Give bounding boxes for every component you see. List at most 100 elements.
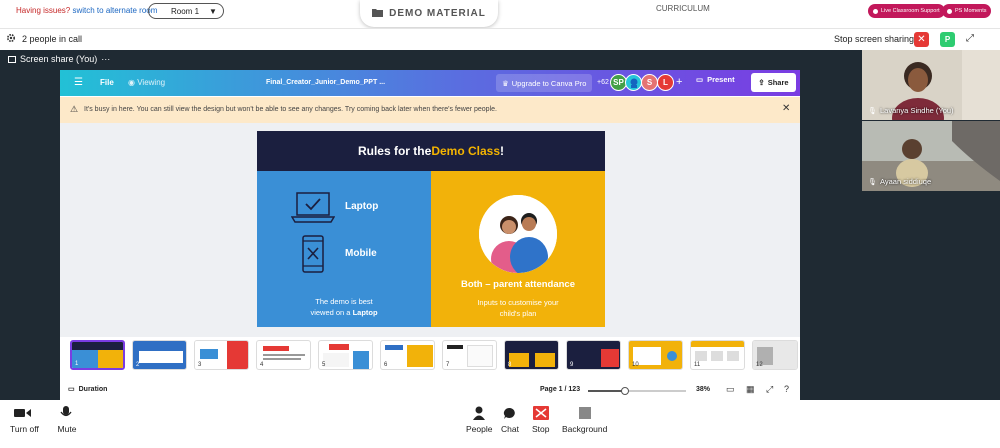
moments-icon [947,8,952,14]
demo-material-tab[interactable]: DEMO MATERIAL [360,0,498,27]
background-icon [578,406,592,420]
timer-icon: ▭ [68,386,75,393]
screen-icon [8,55,16,63]
viewing-mode[interactable]: ◉ Viewing [128,78,165,87]
eye-icon: ◉ [128,78,135,87]
camera-icon [14,406,34,420]
laptop-label: Laptop [345,201,379,212]
collaborator-avatar[interactable]: S [641,74,658,91]
add-collaborator-button[interactable]: + [676,76,682,88]
zoom-value[interactable]: 38% [696,386,710,393]
help-icon[interactable]: ? [784,384,789,394]
microphone-icon [57,406,77,420]
issues-notice: Having issues? switch to alternate room [16,6,157,15]
file-menu[interactable]: File [100,78,114,87]
mobile-label: Mobile [345,248,377,259]
slide-title-prefix: Rules for the [357,144,432,158]
chat-icon [503,406,516,420]
slide-thumbnail[interactable]: 1 [70,340,125,370]
slide-thumbnail[interactable]: 2 [132,340,187,370]
slide-thumbnail[interactable]: 3 [194,340,249,370]
chat-button[interactable]: Chat [501,406,519,434]
ps-moments-label: PS Moments [955,8,987,14]
alternate-room-link[interactable]: switch to alternate room [72,6,157,15]
share-icon: ⇪ [758,78,765,87]
ps-moments-button[interactable]: PS Moments [942,4,992,18]
people-button[interactable]: People [466,406,492,434]
document-title[interactable]: Final_Creator_Junior_Demo_PPT ... [266,79,385,86]
fullscreen-icon[interactable]: ⤢ [766,384,773,395]
zoom-slider-handle[interactable] [621,387,630,395]
slide-thumbnail[interactable]: 12 [752,340,798,370]
stop-share-button[interactable]: Stop [532,406,550,434]
demo-material-label: DEMO MATERIAL [389,8,486,19]
people-in-call-text: 2 people in call [22,34,83,44]
more-options-icon[interactable]: ··· [101,54,110,64]
room-select-value: Room 1 [171,6,200,16]
participant-badge[interactable]: P [940,32,955,47]
slide-thumbnail[interactable]: 10 [628,340,683,370]
support-icon [873,8,878,14]
present-icon: ▭ [696,75,704,84]
inputs-note-line-2: child's plan [499,309,537,318]
top-bar: Having issues? switch to alternate room … [0,0,1000,28]
chevron-down-icon: ▼ [209,6,217,16]
mobile-cross-icon [301,235,325,275]
background-label: Background [562,424,608,434]
slide-preview: Rules for the Demo Class ! Laptop Mobile… [257,131,605,327]
upgrade-label: Upgrade to Canva Pro [511,78,587,88]
both-parent-label: Both – parent attendance [460,279,576,290]
collaborator-avatar[interactable]: L [657,74,674,91]
grid-view-icon[interactable]: ▦ [746,384,755,395]
thumbnail-number: 9 [570,362,574,368]
curriculum-tab[interactable]: CURRICULUM [656,4,710,13]
slide-thumbnail[interactable]: 8 [504,340,559,370]
close-icon: ✕ [917,34,926,45]
share-label: Share [767,78,789,87]
mute-label: Mute [57,424,77,434]
slide-thumbnail[interactable]: 4 [256,340,311,370]
zoom-slider[interactable] [588,387,686,395]
stop-share-icon [532,406,549,420]
call-controls: Turn off Mute People Chat Stop Backgroun… [0,400,1000,448]
share-button[interactable]: ⇪ Share [751,73,796,92]
slide-thumbnail[interactable]: 11 [690,340,745,370]
stop-sharing-close-button[interactable]: ✕ [914,32,929,47]
person-icon [473,406,486,420]
live-support-label: Live Classroom Support [881,8,940,14]
robot-avatar-icon [630,78,637,88]
duration-label: Duration [78,385,108,393]
present-button[interactable]: ▭ Present [696,75,735,84]
slide-thumbnail[interactable]: 6 [380,340,435,370]
thumbnail-number: 8 [508,362,512,368]
collaborator-avatar-image[interactable] [625,74,642,91]
gear-icon[interactable] [6,33,16,45]
participant-tile[interactable]: 🎙 Ayaan siddiuqe [862,121,1000,191]
room-select[interactable]: Room 1 ▼ [148,3,224,19]
slide-thumbnail[interactable]: 7 [442,340,497,370]
slide-thumbnail[interactable]: 5 [318,340,373,370]
hamburger-menu-icon[interactable]: ☰ [74,77,83,88]
participant-tile[interactable]: 🎙 Lavanya Sindhe (You) [862,50,1000,120]
slide-thumbnail[interactable]: 9 [566,340,621,370]
slide-title: Rules for the Demo Class ! [257,131,605,171]
background-button[interactable]: Background [562,406,607,434]
close-icon[interactable]: ✕ [782,103,790,114]
participant-name: Ayaan siddiuqe [880,177,932,186]
upgrade-button[interactable]: ♛ Upgrade to Canva Pro [496,74,593,92]
pages-view-icon[interactable]: ▭ [726,384,735,395]
present-label: Present [707,75,735,84]
laptop-check-icon [290,191,336,227]
live-support-button[interactable]: Live Classroom Support [868,4,945,18]
slide-device-panel: Laptop Mobile The demo is best viewed on… [257,171,431,327]
collaborator-count[interactable]: +62 [597,79,609,86]
mute-button[interactable]: Mute [57,406,77,434]
demo-note: The demo is best viewed on a Laptop [257,296,431,318]
expand-icon[interactable]: ⤢ [966,33,974,44]
turn-off-camera-button[interactable]: Turn off [10,406,39,434]
stop-screen-sharing-text[interactable]: Stop screen sharing [834,34,914,44]
thumbnail-number: 12 [756,362,763,368]
busy-warning-banner: ⚠ It's busy in here. You can still view … [60,97,800,123]
duration-button[interactable]: ▭ Duration [68,385,108,394]
crown-icon: ♛ [502,78,509,88]
